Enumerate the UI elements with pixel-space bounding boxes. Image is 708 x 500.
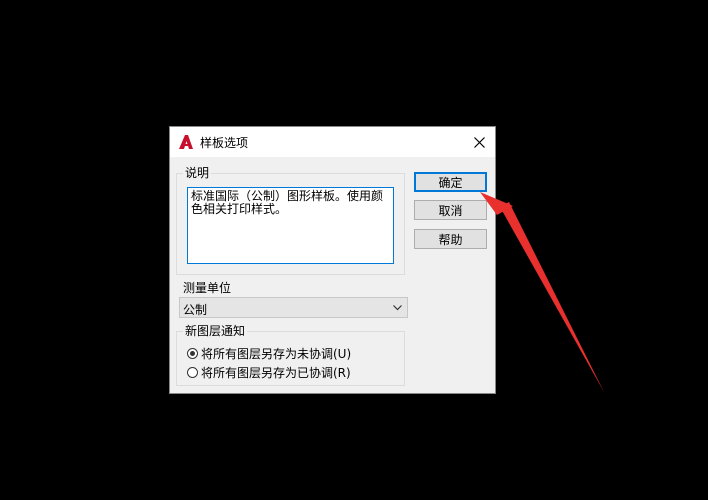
- measurement-selected-value: 公制: [183, 303, 208, 317]
- measurement-select[interactable]: 公制: [179, 297, 408, 318]
- autocad-logo-icon: [179, 135, 193, 149]
- cancel-button[interactable]: 取消: [414, 200, 487, 220]
- close-icon: [473, 136, 485, 148]
- radio-unchecked-icon: [187, 366, 198, 378]
- radio-checked-icon: [187, 347, 198, 359]
- ok-button[interactable]: 确定: [414, 172, 487, 192]
- radio-label: 将所有图层另存为未协调(U): [201, 346, 352, 361]
- radio-save-unreconciled[interactable]: 将所有图层另存为未协调(U): [187, 345, 351, 361]
- description-textarea[interactable]: 标准国际（公制）图形样板。使用颜色相关打印样式。: [187, 187, 394, 264]
- measurement-label: 测量单位: [183, 281, 232, 295]
- close-button[interactable]: [469, 132, 489, 152]
- title-bar: 样板选项: [170, 127, 495, 157]
- template-options-dialog: 样板选项 说明 标准国际（公制）图形样板。使用颜色相关打印样式。 测量单位 公制…: [169, 126, 496, 394]
- layer-notification-legend: 新图层通知: [185, 324, 246, 338]
- chevron-down-icon: [393, 305, 402, 311]
- radio-label: 将所有图层另存为已协调(R): [201, 365, 351, 380]
- radio-save-reconciled[interactable]: 将所有图层另存为已协调(R): [187, 364, 351, 380]
- help-button[interactable]: 帮助: [414, 229, 487, 249]
- dialog-title: 样板选项: [200, 136, 249, 150]
- description-legend: 说明: [185, 166, 210, 180]
